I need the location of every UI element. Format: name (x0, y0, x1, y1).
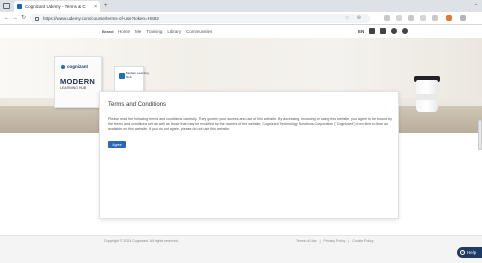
footer-links: Terms of Use | Privacy Policy | Cookie P… (296, 239, 373, 243)
forward-button[interactable]: → (12, 14, 18, 22)
lock-icon[interactable] (35, 16, 39, 21)
copyright-text: Copyright © 2024 Cognizant. All rights r… (104, 239, 179, 243)
card-logo-icon (119, 73, 125, 79)
book-logo: cognizant (61, 64, 88, 69)
menu-item-library[interactable]: Library (167, 29, 181, 34)
footer-link-cookies[interactable]: Cookie Policy (352, 239, 373, 243)
notifications-icon[interactable] (391, 28, 398, 34)
extension-icon[interactable] (384, 15, 390, 21)
footer-separator: | (348, 239, 350, 243)
card-text: Modern Learning Hub (126, 71, 149, 79)
browser-tab[interactable]: Cognizant Udemy - Terms & C × (14, 1, 100, 12)
footer-separator: | (319, 239, 321, 243)
extension-icon[interactable] (420, 15, 426, 21)
dialog-title: Terms and Conditions (108, 102, 167, 108)
browser-toolbar: ← → ↻ https://www.udemy.com/course/terms… (0, 12, 482, 25)
footer-link-terms[interactable]: Terms of Use (296, 239, 317, 243)
nav-right-tools: EN (358, 28, 409, 34)
agree-button[interactable]: Agree (108, 141, 126, 148)
messages-icon[interactable] (369, 28, 376, 34)
tab-title: Cognizant Udemy - Terms & C (25, 4, 86, 9)
dialog-body: Please read the following terms and cond… (108, 117, 392, 131)
site-logo[interactable]: Brand (102, 29, 114, 34)
coffee-cup-band (416, 94, 438, 100)
hero-book: cognizant MODERN LEARNING HUB (54, 56, 102, 108)
browser-menu-icon[interactable] (460, 15, 466, 21)
address-bar-actions-icon[interactable]: ☆ ⊕ (345, 14, 364, 23)
window-menu-icon[interactable] (3, 3, 10, 9)
help-icon: ? (460, 250, 465, 255)
book-subtitle: LEARNING HUB (60, 86, 87, 90)
menu-item-training[interactable]: Training (146, 29, 162, 34)
extension-icon[interactable] (396, 15, 402, 21)
back-button[interactable]: ← (4, 14, 10, 22)
cart-icon[interactable] (380, 28, 387, 34)
extension-icon[interactable] (432, 15, 438, 21)
browser-tab-strip: Cognizant Udemy - Terms & C × + ⌄ (0, 0, 482, 12)
tab-search-icon[interactable]: ⌄ (474, 1, 478, 7)
menu-item-me[interactable]: Me (135, 29, 141, 34)
footer-link-privacy[interactable]: Privacy Policy (324, 239, 346, 243)
book-title: MODERN (60, 77, 96, 86)
help-button[interactable]: ? Help (457, 247, 482, 258)
reload-button[interactable]: ↻ (21, 14, 26, 22)
language-selector[interactable]: EN (358, 29, 364, 34)
menu-item-home[interactable]: Home (118, 29, 130, 34)
tab-close-icon[interactable]: × (94, 4, 97, 10)
site-navbar: Brand Home Me Training Library Communiti… (0, 26, 482, 38)
url-text[interactable]: https://www.udemy.com/course/terms-of-us… (43, 16, 159, 21)
profile-avatar[interactable] (446, 15, 452, 21)
address-bar[interactable]: https://www.udemy.com/course/terms-of-us… (30, 14, 370, 23)
new-tab-button[interactable]: + (104, 2, 108, 10)
side-feedback-tab[interactable] (478, 120, 482, 150)
menu-item-communities[interactable]: Communities (186, 29, 212, 34)
favicon-icon (17, 4, 22, 9)
page-footer: Copyright © 2024 Cognizant. All rights r… (0, 235, 482, 263)
help-label: Help (467, 250, 477, 255)
user-profile-icon[interactable] (402, 28, 409, 34)
extension-icon[interactable] (408, 15, 414, 21)
main-menu: Home Me Training Library Communities (118, 29, 212, 34)
terms-dialog: Terms and Conditions Please read the fol… (99, 91, 399, 219)
